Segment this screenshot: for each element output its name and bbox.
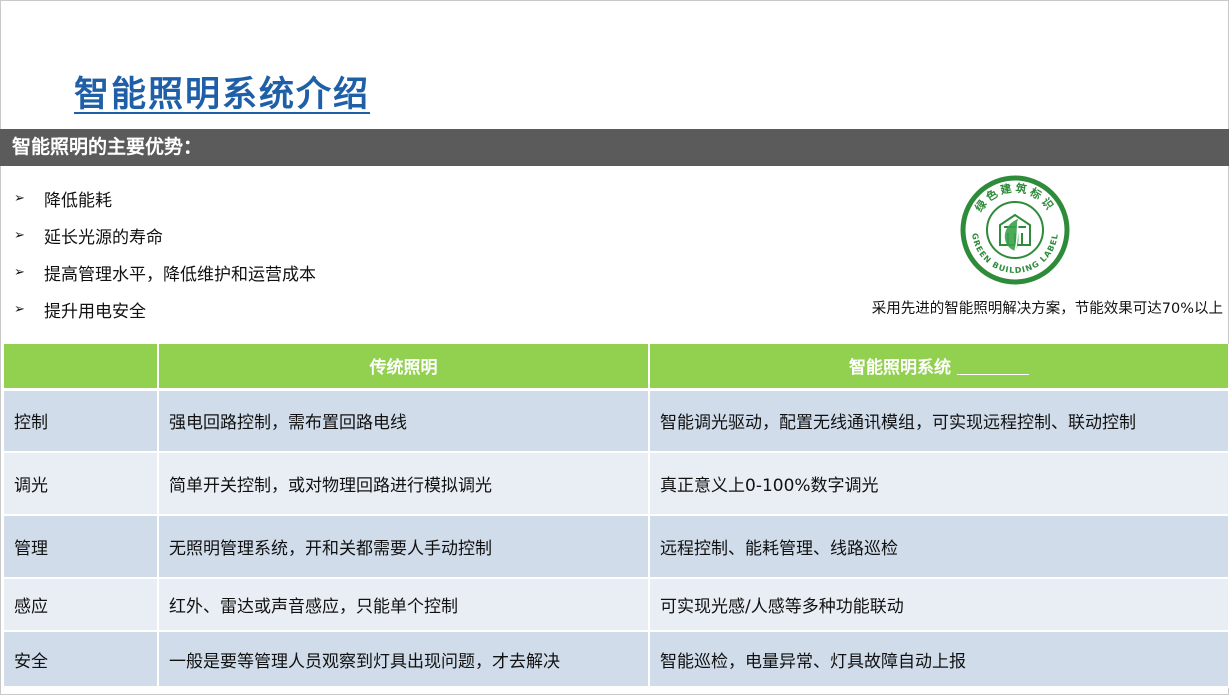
row-label: 调光 — [4, 452, 159, 516]
arrow-bullet-icon: ➢ — [14, 191, 25, 206]
smart-cell: 可实现光感/人感等多种功能联动 — [649, 578, 1229, 632]
section-heading: 智能照明的主要优势： — [12, 136, 203, 158]
table-row: 控制 强电回路控制，需布置回路电线 智能调光驱动，配置无线通讯模组，可实现远程控… — [4, 389, 1229, 453]
logo-caption: 采用先进的智能照明解决方案，节能效果可达70%以上 — [871, 301, 1223, 317]
list-item: ➢ 延长光源的寿命 — [14, 217, 316, 254]
smart-cell: 智能调光驱动，配置无线通讯模组，可实现远程控制、联动控制 — [649, 389, 1229, 453]
advantage-text: 提升用电安全 — [44, 302, 146, 322]
row-label: 管理 — [4, 515, 159, 579]
table-row: 管理 无照明管理系统，开和关都需要人手动控制 远程控制、能耗管理、线路巡检 — [4, 515, 1229, 579]
header-underline-decoration — [957, 361, 1029, 376]
comparison-table: 传统照明 智能照明系统 控制 强电回路控制，需布置回路电线 智能调光驱动，配置无… — [4, 344, 1229, 688]
green-building-label-logo: 绿色建筑标识 GREEN BUILDING LABEL — [960, 175, 1070, 285]
row-label: 感应 — [4, 578, 159, 632]
advantages-list: ➢ 降低能耗 ➢ 延长光源的寿命 ➢ 提高管理水平，降低维护和运营成本 ➢ 提升用电安全 — [14, 180, 316, 328]
advantage-text: 降低能耗 — [44, 191, 112, 211]
arrow-bullet-icon: ➢ — [14, 228, 25, 243]
advantage-text: 延长光源的寿命 — [44, 228, 163, 248]
table-header-traditional: 传统照明 — [158, 344, 650, 391]
smart-cell: 智能巡检，电量异常、灯具故障自动上报 — [649, 631, 1229, 688]
traditional-cell: 无照明管理系统，开和关都需要人手动控制 — [158, 515, 650, 579]
list-item: ➢ 提高管理水平，降低维护和运营成本 — [14, 254, 316, 291]
traditional-cell: 红外、雷达或声音感应，只能单个控制 — [158, 578, 650, 632]
row-label: 控制 — [4, 389, 159, 453]
smart-cell: 远程控制、能耗管理、线路巡检 — [649, 515, 1229, 579]
table-row: 感应 红外、雷达或声音感应，只能单个控制 可实现光感/人感等多种功能联动 — [4, 578, 1229, 632]
traditional-cell: 简单开关控制，或对物理回路进行模拟调光 — [158, 452, 650, 516]
arrow-bullet-icon: ➢ — [14, 302, 25, 317]
traditional-cell: 一般是要等管理人员观察到灯具出现问题，才去解决 — [158, 631, 650, 688]
page-title: 智能照明系统介绍 — [74, 74, 371, 115]
traditional-cell: 强电回路控制，需布置回路电线 — [158, 389, 650, 453]
table-header-row: 传统照明 智能照明系统 — [4, 344, 1229, 391]
table-row: 调光 简单开关控制，或对物理回路进行模拟调光 真正意义上0-100%数字调光 — [4, 452, 1229, 516]
table-header-empty — [4, 344, 159, 391]
arrow-bullet-icon: ➢ — [14, 265, 25, 280]
list-item: ➢ 提升用电安全 — [14, 291, 316, 328]
row-label: 安全 — [4, 631, 159, 688]
table-header-smart: 智能照明系统 — [649, 344, 1229, 391]
smart-cell: 真正意义上0-100%数字调光 — [649, 452, 1229, 516]
table-row: 安全 一般是要等管理人员观察到灯具出现问题，才去解决 智能巡检，电量异常、灯具故… — [4, 631, 1229, 688]
list-item: ➢ 降低能耗 — [14, 180, 316, 217]
advantage-text: 提高管理水平，降低维护和运营成本 — [44, 265, 316, 285]
section-heading-bar: 智能照明的主要优势： — [0, 129, 1229, 166]
